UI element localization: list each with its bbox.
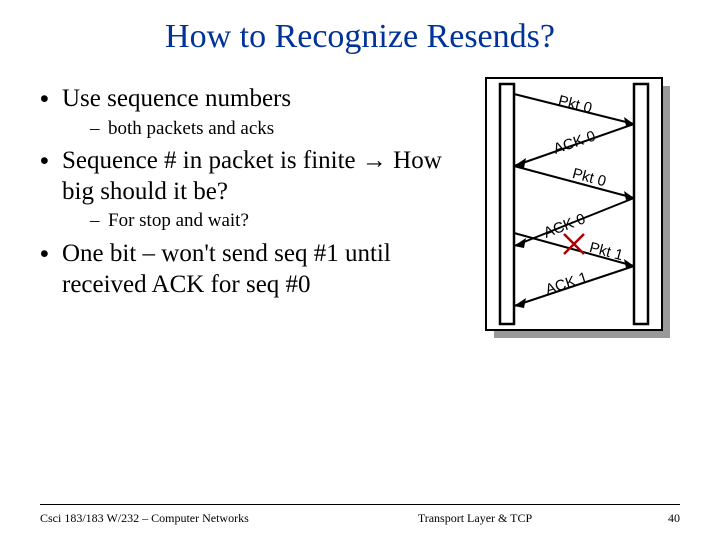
bullet-list: Use sequence numbers both packets and ac… — [40, 84, 468, 300]
bullet-3: One bit – won't send seq #1 until receiv… — [40, 239, 468, 300]
sub-list-1: both packets and acks — [62, 117, 468, 141]
bullet-content: Use sequence numbers both packets and ac… — [40, 84, 468, 304]
footer-left: Csci 183/183 W/232 – Computer Networks — [40, 511, 330, 526]
receiver-lifeline — [634, 84, 648, 324]
sub-bullet-2: For stop and wait? — [90, 209, 468, 233]
sender-lifeline — [500, 84, 514, 324]
diagram-svg: Pkt 0 ACK 0 Pkt 0 ACK 0 Pkt 1 — [480, 78, 680, 348]
footer-right: 40 — [620, 511, 680, 526]
bullet-1-text: Use sequence numbers — [62, 85, 291, 112]
sub-list-2: For stop and wait? — [62, 209, 468, 233]
bullet-2-text: Sequence # in packet is finite → How big… — [62, 147, 442, 205]
sequence-diagram: Pkt 0 ACK 0 Pkt 0 ACK 0 Pkt 1 — [480, 78, 680, 348]
footer-center: Transport Layer & TCP — [330, 511, 620, 526]
bullet-1: Use sequence numbers both packets and ac… — [40, 84, 468, 140]
bullet-2: Sequence # in packet is finite → How big… — [40, 146, 468, 233]
footer: Csci 183/183 W/232 – Computer Networks T… — [40, 504, 680, 526]
slide-title: How to Recognize Resends? — [40, 18, 680, 56]
slide: How to Recognize Resends? Use sequence n… — [0, 0, 720, 540]
bullet-3-text: One bit – won't send seq #1 until receiv… — [62, 240, 391, 298]
body-row: Use sequence numbers both packets and ac… — [40, 84, 680, 348]
sub-bullet-1: both packets and acks — [90, 117, 468, 141]
